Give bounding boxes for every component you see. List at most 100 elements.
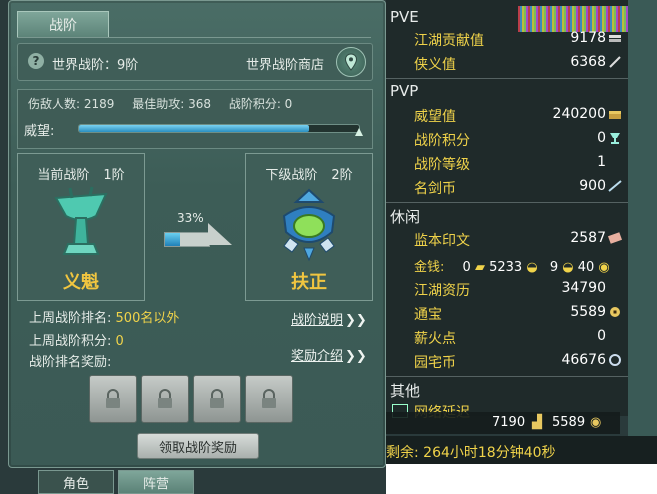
- stat-value: 34790: [561, 280, 606, 296]
- prestige-label: 威望:: [24, 124, 55, 139]
- lock-icon: [158, 389, 172, 408]
- lock-icon: [210, 389, 224, 408]
- section-leisure: 休闲: [390, 208, 421, 226]
- world-rank-bar: ? 世界战阶：9阶 世界战阶商店: [17, 43, 373, 81]
- stat-row-tongbao: 通宝 5589: [414, 304, 622, 324]
- rank-explain-link[interactable]: 战阶说明 ❯❯: [291, 309, 367, 328]
- best-assist-stat: 最佳助攻: 368: [132, 97, 211, 111]
- last-week-rank-row: 上周战阶排名: 500名以外: [29, 307, 179, 326]
- money-extra: 40: [577, 260, 595, 275]
- stat-row-sword-coin: 名剑币 900: [414, 178, 622, 198]
- goblet-icon: [610, 133, 620, 144]
- combat-stats-bar: 伤敌人数: 2189 最佳助攻: 368 战阶积分: 0 威望:: [17, 89, 373, 149]
- rank-progress-percent: 33%: [177, 211, 204, 225]
- stat-label: 江湖贡献值: [414, 33, 484, 49]
- blank-area: [386, 464, 657, 494]
- rank-progress-arrow-icon: [208, 223, 232, 245]
- prestige-marker-icon: [355, 128, 363, 136]
- stat-label: 通宝: [414, 307, 442, 323]
- garden-coin-icon: [609, 354, 621, 366]
- stat-row-jianghu-seniority: 江湖资历 34790: [414, 280, 622, 300]
- reward-slot-locked[interactable]: [141, 375, 189, 423]
- rank-reward-row: 战阶排名奖励:: [29, 351, 111, 370]
- current-rank-level: 1阶: [103, 168, 125, 183]
- damage-people-stat: 伤敌人数: 2189: [28, 97, 115, 111]
- rank-reward-label: 战阶排名奖励:: [29, 355, 112, 370]
- current-rank-card: 当前战阶 1阶 义魁: [17, 153, 145, 301]
- coin-icon: ◉: [590, 415, 602, 430]
- stat-label: 名剑币: [414, 181, 456, 197]
- combat-stats-line: 伤敌人数: 2189 最佳助攻: 368 战阶积分: 0: [28, 95, 306, 112]
- stat-row-seal-text: 监本印文 2587: [414, 230, 622, 250]
- claim-rank-reward-button[interactable]: 领取战阶奖励: [137, 433, 259, 459]
- stat-label: 战阶积分: [414, 133, 470, 149]
- tab-character[interactable]: 角色: [38, 470, 114, 494]
- gold-brick-icon: ▰: [474, 260, 485, 275]
- world-rank-value: 9阶: [117, 58, 139, 73]
- stat-label: 战阶等级: [414, 157, 470, 173]
- remaining-time-text: 剩余: 264小时18分钟40秒: [386, 445, 556, 461]
- double-chevron-right-icon: ❯❯: [345, 349, 367, 364]
- remaining-time-bar: 剩余: 264小时18分钟40秒: [386, 436, 657, 464]
- background-scene: [628, 0, 657, 436]
- reward-slot-locked[interactable]: [89, 375, 137, 423]
- rank-explain-label: 战阶说明: [291, 313, 344, 328]
- lock-icon: [106, 389, 120, 408]
- stat-row-rank-points: 战阶积分 0: [414, 130, 622, 150]
- stat-value: 2587: [570, 230, 606, 246]
- current-rank-header: 当前战阶 1阶: [18, 164, 144, 183]
- coin-icon: ◉: [598, 260, 610, 275]
- reward-intro-label: 奖励介绍: [291, 349, 344, 364]
- prestige-progress-fill: [79, 125, 309, 132]
- divider: [386, 78, 628, 79]
- coin-icon: [610, 307, 620, 317]
- rank-progress-fill: [165, 233, 180, 246]
- shop-location-icon[interactable]: [336, 47, 366, 77]
- rank-progress-bar: [164, 232, 210, 247]
- copper-ingot-icon: ◒: [562, 260, 574, 275]
- money-label: 金钱:: [414, 260, 445, 275]
- war-rank-panel: 战阶 ? 世界战阶：9阶 世界战阶商店 伤敌人数: 2189 最佳助攻: 368…: [8, 0, 386, 468]
- divider: [386, 202, 628, 203]
- currency-a-value: 7190: [492, 415, 526, 430]
- next-rank-name: 扶正: [291, 272, 327, 293]
- reward-slot-locked[interactable]: [245, 375, 293, 423]
- tab-faction[interactable]: 阵营: [118, 470, 194, 494]
- silver-ingot-icon: ◒: [526, 260, 538, 275]
- stat-value: 1: [597, 154, 606, 170]
- stat-value: 6368: [570, 54, 606, 70]
- current-rank-name: 义魁: [63, 272, 99, 293]
- stack-icon: [609, 35, 621, 42]
- money-row: 金钱: 0 ▰ 5233 ◒ 9 ◒ 40 ◉: [414, 256, 624, 275]
- next-rank-title: 下级战阶: [265, 168, 318, 183]
- world-rank-text: 世界战阶：9阶: [52, 54, 138, 73]
- world-rank-label: 世界战阶：: [52, 58, 118, 73]
- stat-value: 46676: [561, 352, 606, 368]
- chest-icon: [609, 111, 621, 119]
- stat-row-prestige: 威望值 240200: [414, 106, 622, 126]
- stat-label: 威望值: [414, 109, 456, 125]
- boot-icon: ▟: [532, 415, 542, 430]
- prestige-progress-bar: [78, 124, 360, 133]
- help-icon[interactable]: ?: [28, 53, 44, 69]
- pve-bar-decoration: [518, 6, 628, 32]
- stat-label: 薪火点: [414, 331, 456, 347]
- last-week-points-value: 0: [115, 334, 124, 349]
- stat-value: 9178: [570, 30, 606, 46]
- stat-value: 5589: [570, 304, 606, 320]
- stat-value: 0: [597, 130, 606, 146]
- next-rank-level: 2阶: [331, 168, 353, 183]
- rank-points-stat: 战阶积分: 0: [228, 97, 293, 111]
- brush-icon: [609, 56, 621, 68]
- current-rank-title: 当前战阶: [37, 168, 90, 183]
- stat-label: 侠义值: [414, 57, 456, 73]
- stat-label: 园宅币: [414, 355, 456, 371]
- money-silver: 5233: [489, 260, 523, 275]
- stat-row-jianghu-contribution: 江湖贡献值 9178: [414, 30, 622, 50]
- tab-war-rank[interactable]: 战阶: [17, 11, 109, 38]
- reward-slot-locked[interactable]: [193, 375, 241, 423]
- next-rank-card: 下级战阶 2阶 扶正: [245, 153, 373, 301]
- reward-intro-link[interactable]: 奖励介绍 ❯❯: [291, 345, 367, 364]
- section-pvp: PVP: [390, 82, 419, 100]
- stat-label: 江湖资历: [414, 283, 470, 299]
